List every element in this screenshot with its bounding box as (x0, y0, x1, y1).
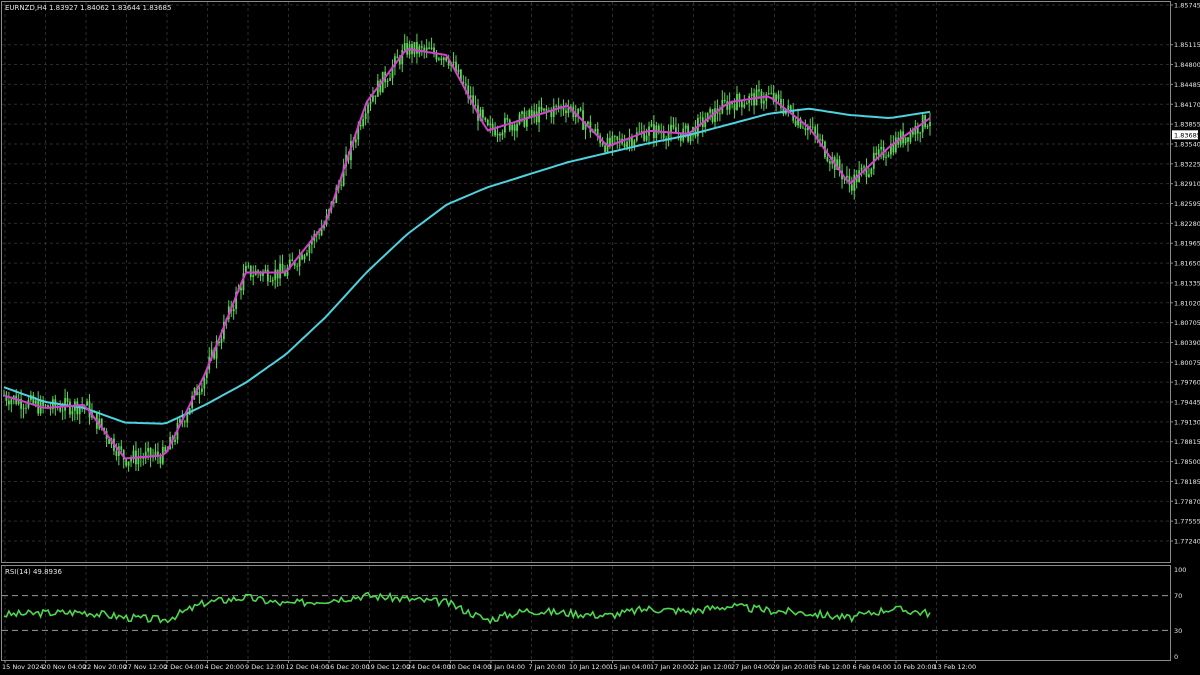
price-axis-label: 1.85115 (1174, 41, 1200, 49)
time-axis-label: 16 Dec 20:00 (326, 663, 370, 671)
price-axis-label: 1.79445 (1174, 399, 1200, 407)
rsi-axis-label: 30 (1174, 627, 1182, 635)
rsi-axis-label: 0 (1174, 653, 1178, 661)
price-axis-label: 1.84485 (1174, 81, 1200, 89)
candle[interactable] (799, 116, 802, 129)
price-axis-label: 1.81335 (1174, 279, 1200, 287)
time-axis-label: 3 Jan 04:00 (488, 663, 525, 671)
price-axis-label: 1.78815 (1174, 438, 1200, 446)
price-axis-label: 1.77240 (1174, 538, 1200, 546)
price-axis-label: 1.80075 (1174, 359, 1200, 367)
price-axis-label: 1.77555 (1174, 518, 1200, 526)
price-axis-label: 1.79760 (1174, 379, 1200, 387)
time-axis-label: 24 Dec 04:00 (407, 663, 451, 671)
time-axis-label: 13 Feb 12:00 (934, 663, 977, 671)
price-axis-label: 1.79130 (1174, 418, 1200, 426)
price-axis-label: 1.85745 (1174, 2, 1200, 10)
time-axis-label: 17 Jan 20:00 (650, 663, 691, 671)
candle[interactable] (508, 118, 511, 133)
time-axis-label: 20 Nov 04:00 (43, 663, 87, 671)
rsi-header: RSI(14) 49.8936 (5, 568, 62, 576)
time-axis-label: 9 Dec 12:00 (245, 663, 285, 671)
price-axis-label: 1.83225 (1174, 160, 1200, 168)
price-axis-label: 1.81965 (1174, 240, 1200, 248)
price-axis-label: 1.84800 (1174, 61, 1200, 69)
current-price-label: 1.83685 (1174, 131, 1200, 139)
price-axis-label: 1.82280 (1174, 220, 1200, 228)
price-axis-label: 1.83855 (1174, 121, 1200, 129)
time-axis-label: 6 Feb 04:00 (853, 663, 892, 671)
price-axis-label: 1.82595 (1174, 200, 1200, 208)
time-axis-label: 29 Jan 20:00 (772, 663, 813, 671)
time-axis-label: 12 Dec 04:00 (286, 663, 330, 671)
time-axis-label: 10 Jan 12:00 (569, 663, 610, 671)
symbol-header: EURNZD,H4 1.83927 1.84062 1.83644 1.8368… (5, 4, 171, 12)
time-axis-label: 27 Jan 04:00 (731, 663, 772, 671)
price-axis-label: 1.78185 (1174, 478, 1200, 486)
price-axis-label: 1.80705 (1174, 319, 1200, 327)
time-axis-label: 22 Nov 20:00 (83, 663, 127, 671)
trading-chart[interactable]: EURNZD,H4 1.83927 1.84062 1.83644 1.8368… (0, 0, 1200, 675)
time-axis-label: 22 Jan 12:00 (691, 663, 732, 671)
time-axis-label: 10 Feb 20:00 (893, 663, 936, 671)
price-axis-label: 1.81020 (1174, 299, 1200, 307)
time-axis-label: 4 Dec 20:00 (205, 663, 245, 671)
rsi-axis-label: 70 (1174, 592, 1182, 600)
time-axis-label: 15 Jan 04:00 (610, 663, 651, 671)
time-axis-label: 7 Jan 20:00 (529, 663, 566, 671)
time-axis-label: 30 Dec 04:00 (448, 663, 492, 671)
current-price-tag: 1.83685 (1172, 130, 1200, 140)
price-axis-label: 1.81650 (1174, 260, 1200, 268)
time-axis-label: 27 Nov 12:00 (124, 663, 168, 671)
price-axis-label: 1.77870 (1174, 498, 1200, 506)
time-axis-label: 19 Dec 12:00 (367, 663, 411, 671)
rsi-axis-label: 100 (1174, 566, 1186, 574)
time-axis-label: 3 Feb 12:00 (812, 663, 851, 671)
price-axis-label: 1.80390 (1174, 339, 1200, 347)
price-axis-label: 1.78500 (1174, 458, 1200, 466)
time-axis-label: 15 Nov 2024 (2, 663, 44, 671)
price-axis-label: 1.83540 (1174, 140, 1200, 148)
price-axis-label: 1.84170 (1174, 101, 1200, 109)
price-axis-label: 1.82910 (1174, 180, 1200, 188)
time-axis-label: 2 Dec 04:00 (164, 663, 204, 671)
chart-background (0, 0, 1200, 675)
